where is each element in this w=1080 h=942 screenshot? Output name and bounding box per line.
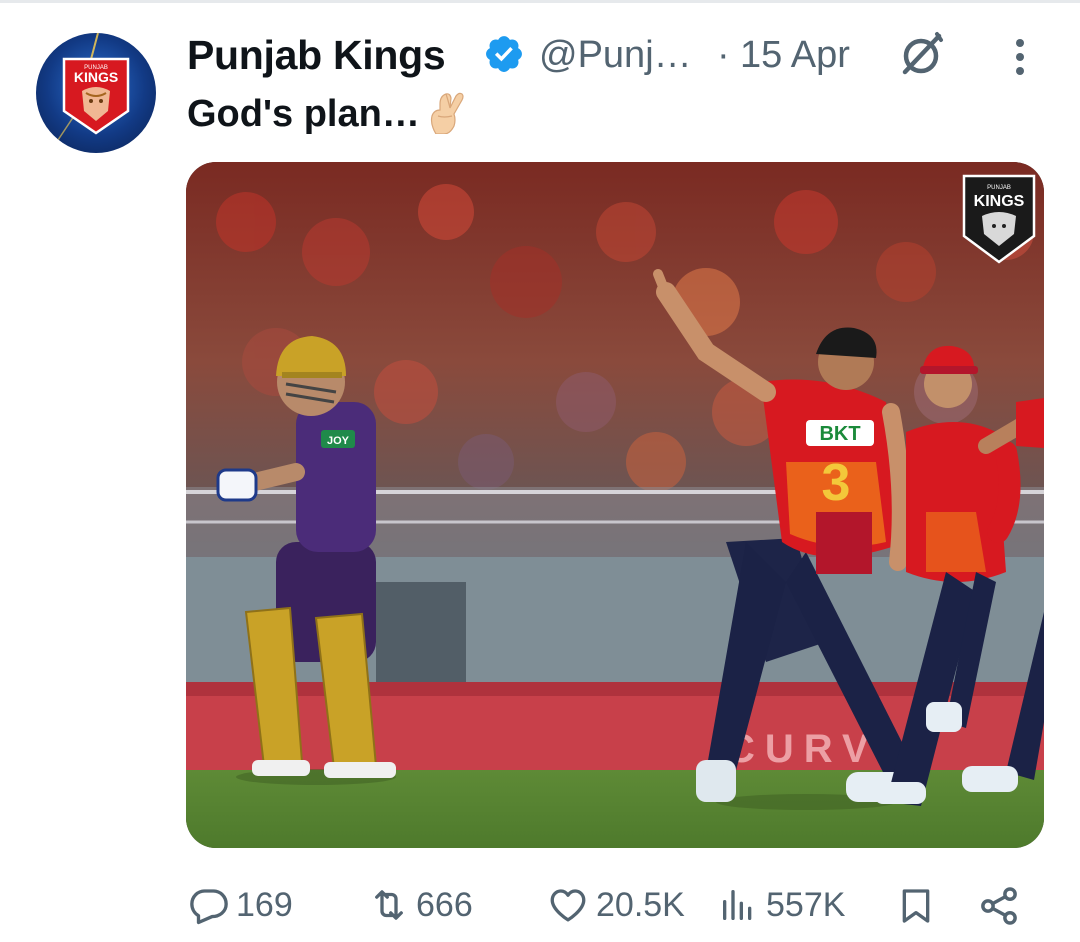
- watermark-main: KINGS: [974, 193, 1025, 210]
- jersey-number: 3: [822, 454, 851, 512]
- reply-button[interactable]: 169: [188, 880, 308, 930]
- repost-icon: [375, 890, 403, 920]
- repost-count: 666: [416, 886, 473, 924]
- views-chart-icon: [723, 890, 752, 920]
- handle[interactable]: @Punj…: [539, 34, 692, 77]
- verified-badge-icon[interactable]: [483, 33, 525, 75]
- grok-icon[interactable]: [895, 28, 947, 80]
- tweet-text: God's plan…: [187, 90, 466, 136]
- like-count: 20.5K: [596, 886, 685, 924]
- tweet-header: Punjab Kings @Punj… · 15 Apr: [187, 28, 1057, 84]
- action-bar: 169 666 20.5K 557K: [0, 870, 1080, 940]
- heart-icon: [550, 889, 586, 922]
- bookmark-icon: [902, 889, 930, 923]
- avatar[interactable]: PUNJAB KINGS: [36, 33, 156, 153]
- share-icon: [981, 887, 1017, 925]
- reply-icon: [190, 889, 228, 925]
- watermark-top: PUNJAB: [987, 185, 1011, 191]
- display-name[interactable]: Punjab Kings: [187, 32, 446, 79]
- tweet-image[interactable]: CURV JOY BKT 3 PUNJAB KINGS: [186, 162, 1044, 848]
- batter-sponsor: JOY: [327, 435, 350, 447]
- bookmark-button[interactable]: [896, 880, 940, 930]
- like-button[interactable]: 20.5K: [546, 880, 706, 930]
- tweet-date[interactable]: 15 Apr: [740, 34, 850, 77]
- repost-button[interactable]: 666: [366, 880, 496, 930]
- separator-dot: ·: [717, 34, 730, 76]
- jersey-sponsor: BKT: [819, 423, 860, 445]
- top-divider: [0, 0, 1080, 3]
- crossed-fingers-emoji: [430, 92, 464, 134]
- board-text: CURV: [726, 727, 879, 771]
- views-count: 557K: [766, 886, 846, 924]
- reply-count: 169: [236, 886, 293, 924]
- avatar-text: KINGS: [74, 69, 118, 85]
- more-options-icon[interactable]: [1005, 36, 1035, 78]
- tweet-body: God's plan…: [187, 93, 420, 135]
- share-button[interactable]: [976, 880, 1026, 930]
- views-button[interactable]: 557K: [718, 880, 858, 930]
